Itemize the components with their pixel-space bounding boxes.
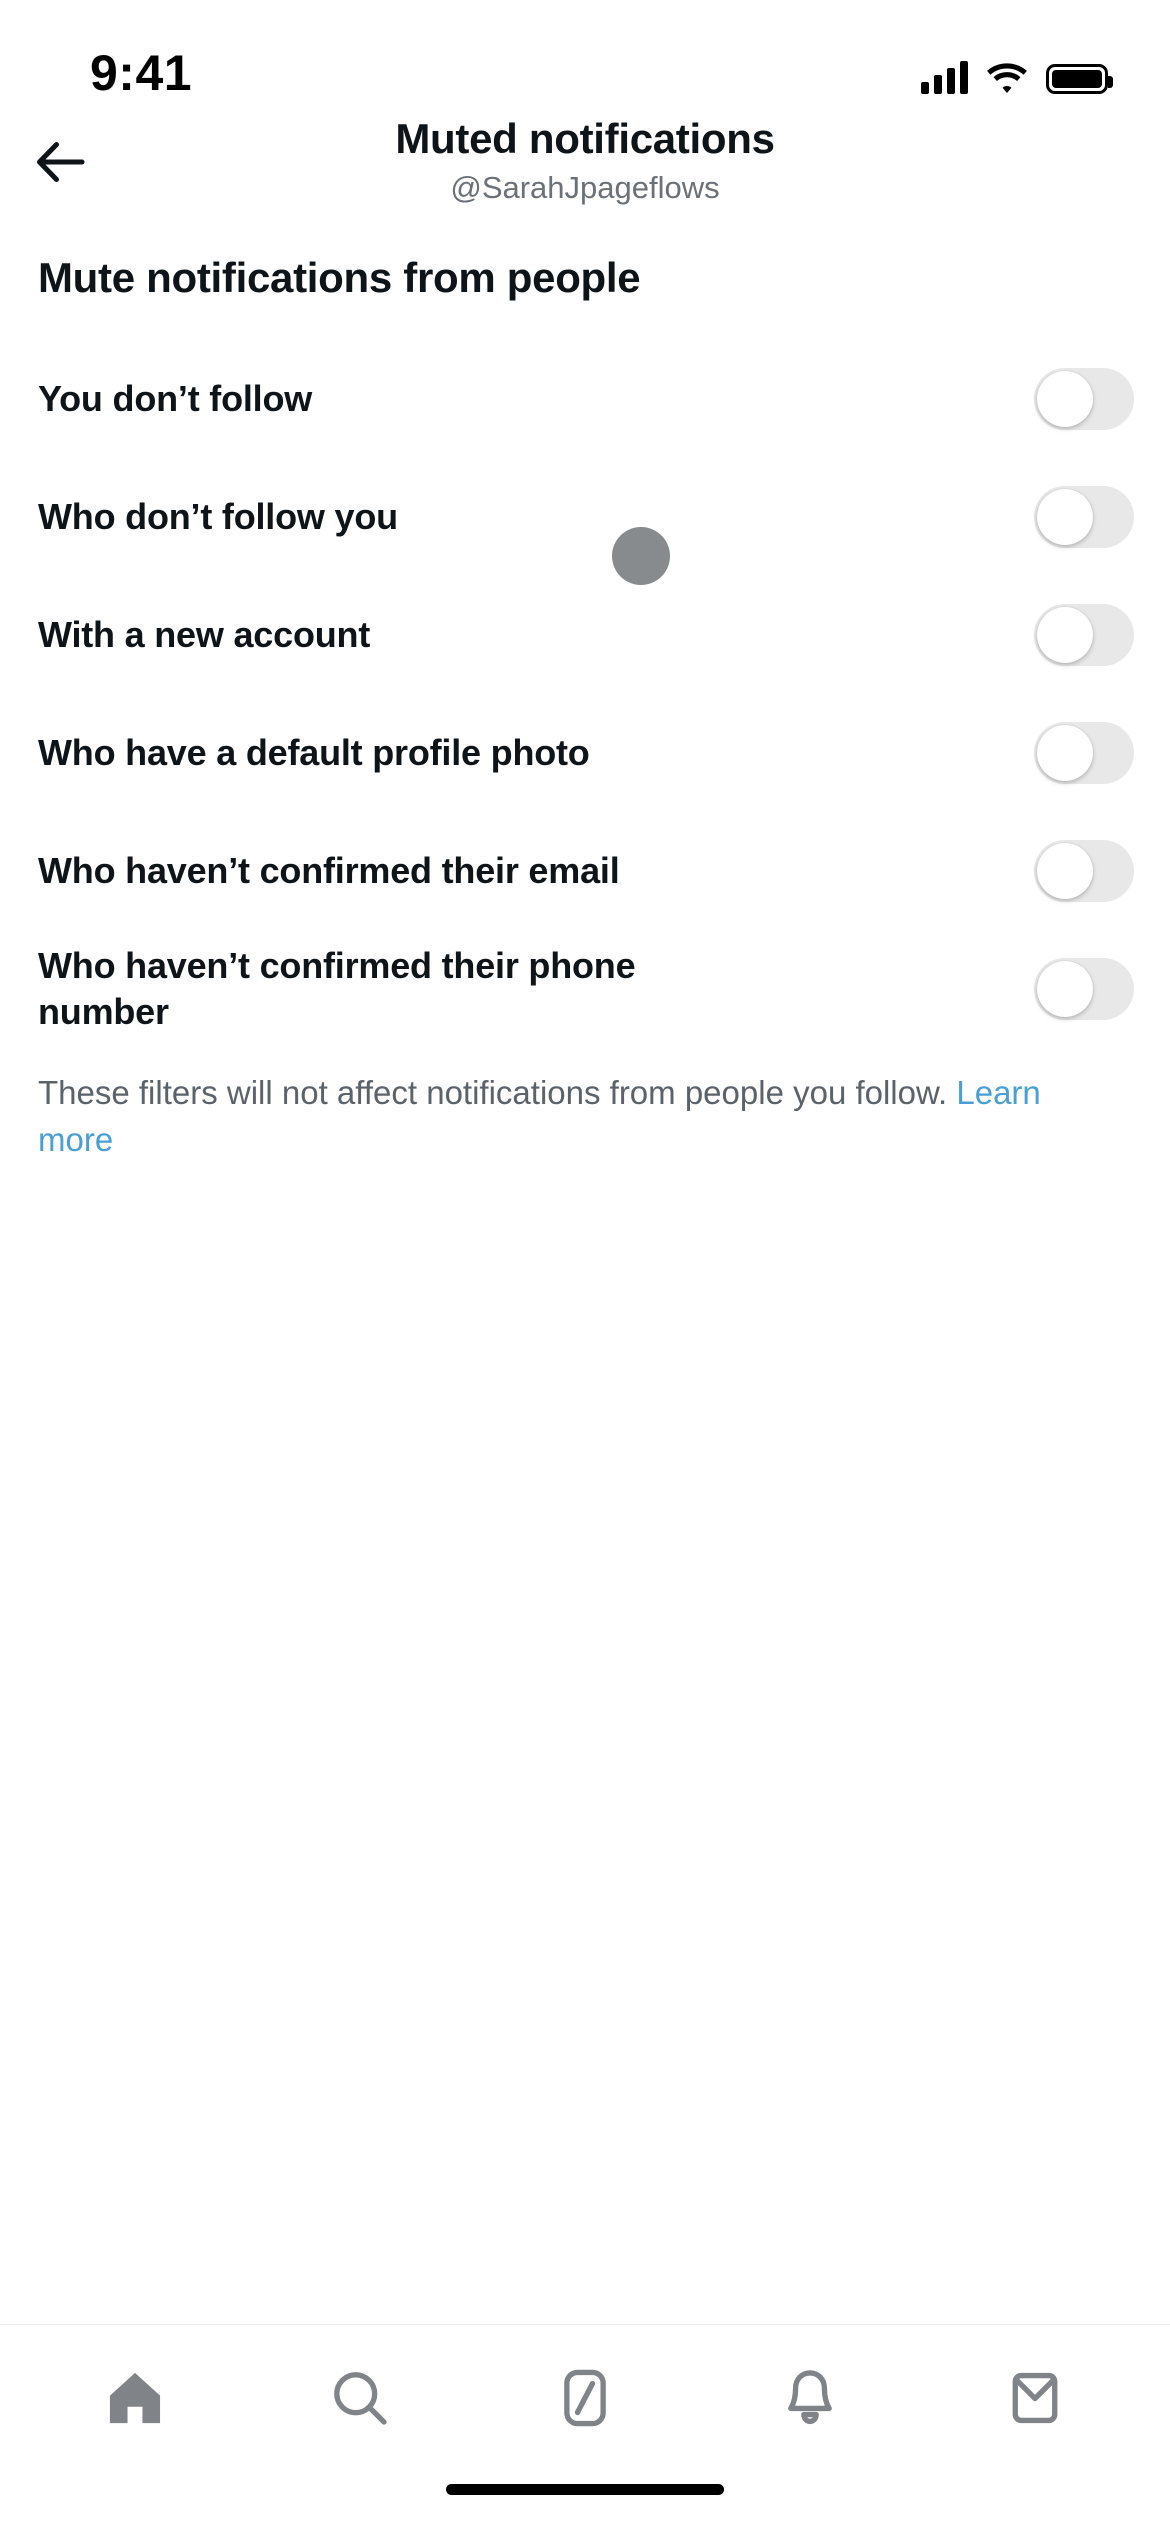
footnote: These filters will not affect notificati… [0,1048,1115,1164]
list-item-label: Who haven’t confirmed their phone number [38,944,636,1032]
page-subtitle-handle: @SarahJpageflows [450,170,720,206]
section-title: Mute notifications from people [38,254,641,301]
mail-icon [1012,2372,1058,2423]
toggle-knob [1037,961,1093,1017]
wifi-icon [987,63,1027,93]
battery-full-icon [1046,64,1113,94]
list-item[interactable]: Who haven’t confirmed their phone number [0,930,1170,1048]
toggle-new-account[interactable] [1034,604,1134,666]
home-indicator[interactable] [446,2484,724,2495]
search-icon [333,2371,387,2425]
toggle-unconfirmed-email[interactable] [1034,840,1134,902]
app-screen: 9:41 Muted notifications @SarahJpageflow… [0,0,1170,2532]
toggle-knob [1037,489,1093,545]
tab-search[interactable] [300,2346,420,2450]
tab-notifications[interactable] [750,2346,870,2450]
status-bar: 9:41 [0,0,1170,112]
home-indicator-area [0,2470,1170,2532]
list-item[interactable]: Who don’t follow you [0,458,1170,576]
cellular-signal-icon [921,60,968,94]
list-item-label: You don’t follow [38,377,313,419]
list-item-label: Who haven’t confirmed their email [38,849,620,891]
main-content: Mute notifications from people You don’t… [0,212,1170,2324]
toggle-knob [1037,607,1093,663]
tab-home[interactable] [75,2346,195,2450]
toggle-knob [1037,725,1093,781]
list-item[interactable]: You don’t follow [0,340,1170,458]
footnote-text: These filters will not affect notificati… [38,1074,957,1111]
home-icon [109,2372,160,2423]
grok-slash-icon [564,2369,606,2426]
list-item[interactable]: Who haven’t confirmed their email [0,812,1170,930]
toggle-you-dont-follow[interactable] [1034,368,1134,430]
nav-header: Muted notifications @SarahJpageflows [0,112,1170,212]
list-item-label: Who don’t follow you [38,495,398,537]
tab-grok[interactable] [525,2346,645,2450]
nav-title-group: Muted notifications @SarahJpageflows [40,115,1130,208]
toggle-unconfirmed-phone[interactable] [1034,958,1134,1020]
list-item[interactable]: With a new account [0,576,1170,694]
toggle-knob [1037,371,1093,427]
status-bar-time: 9:41 [90,45,193,101]
toggle-knob [1037,843,1093,899]
bottom-tab-bar [0,2324,1170,2470]
toggle-who-dont-follow-you[interactable] [1034,486,1134,548]
list-item-label: With a new account [38,613,371,655]
tab-messages[interactable] [975,2346,1095,2450]
toggle-default-profile-photo[interactable] [1034,722,1134,784]
back-arrow-icon [37,142,85,182]
page-title: Muted notifications [395,115,775,163]
list-item[interactable]: Who have a default profile photo [0,694,1170,812]
mute-filter-list: You don’t follow Who don’t follow you Wi… [0,340,1170,1048]
list-item-label: Who have a default profile photo [38,731,590,773]
back-button[interactable] [24,126,96,198]
bell-icon [788,2369,833,2424]
status-bar-indicators [921,60,1113,98]
